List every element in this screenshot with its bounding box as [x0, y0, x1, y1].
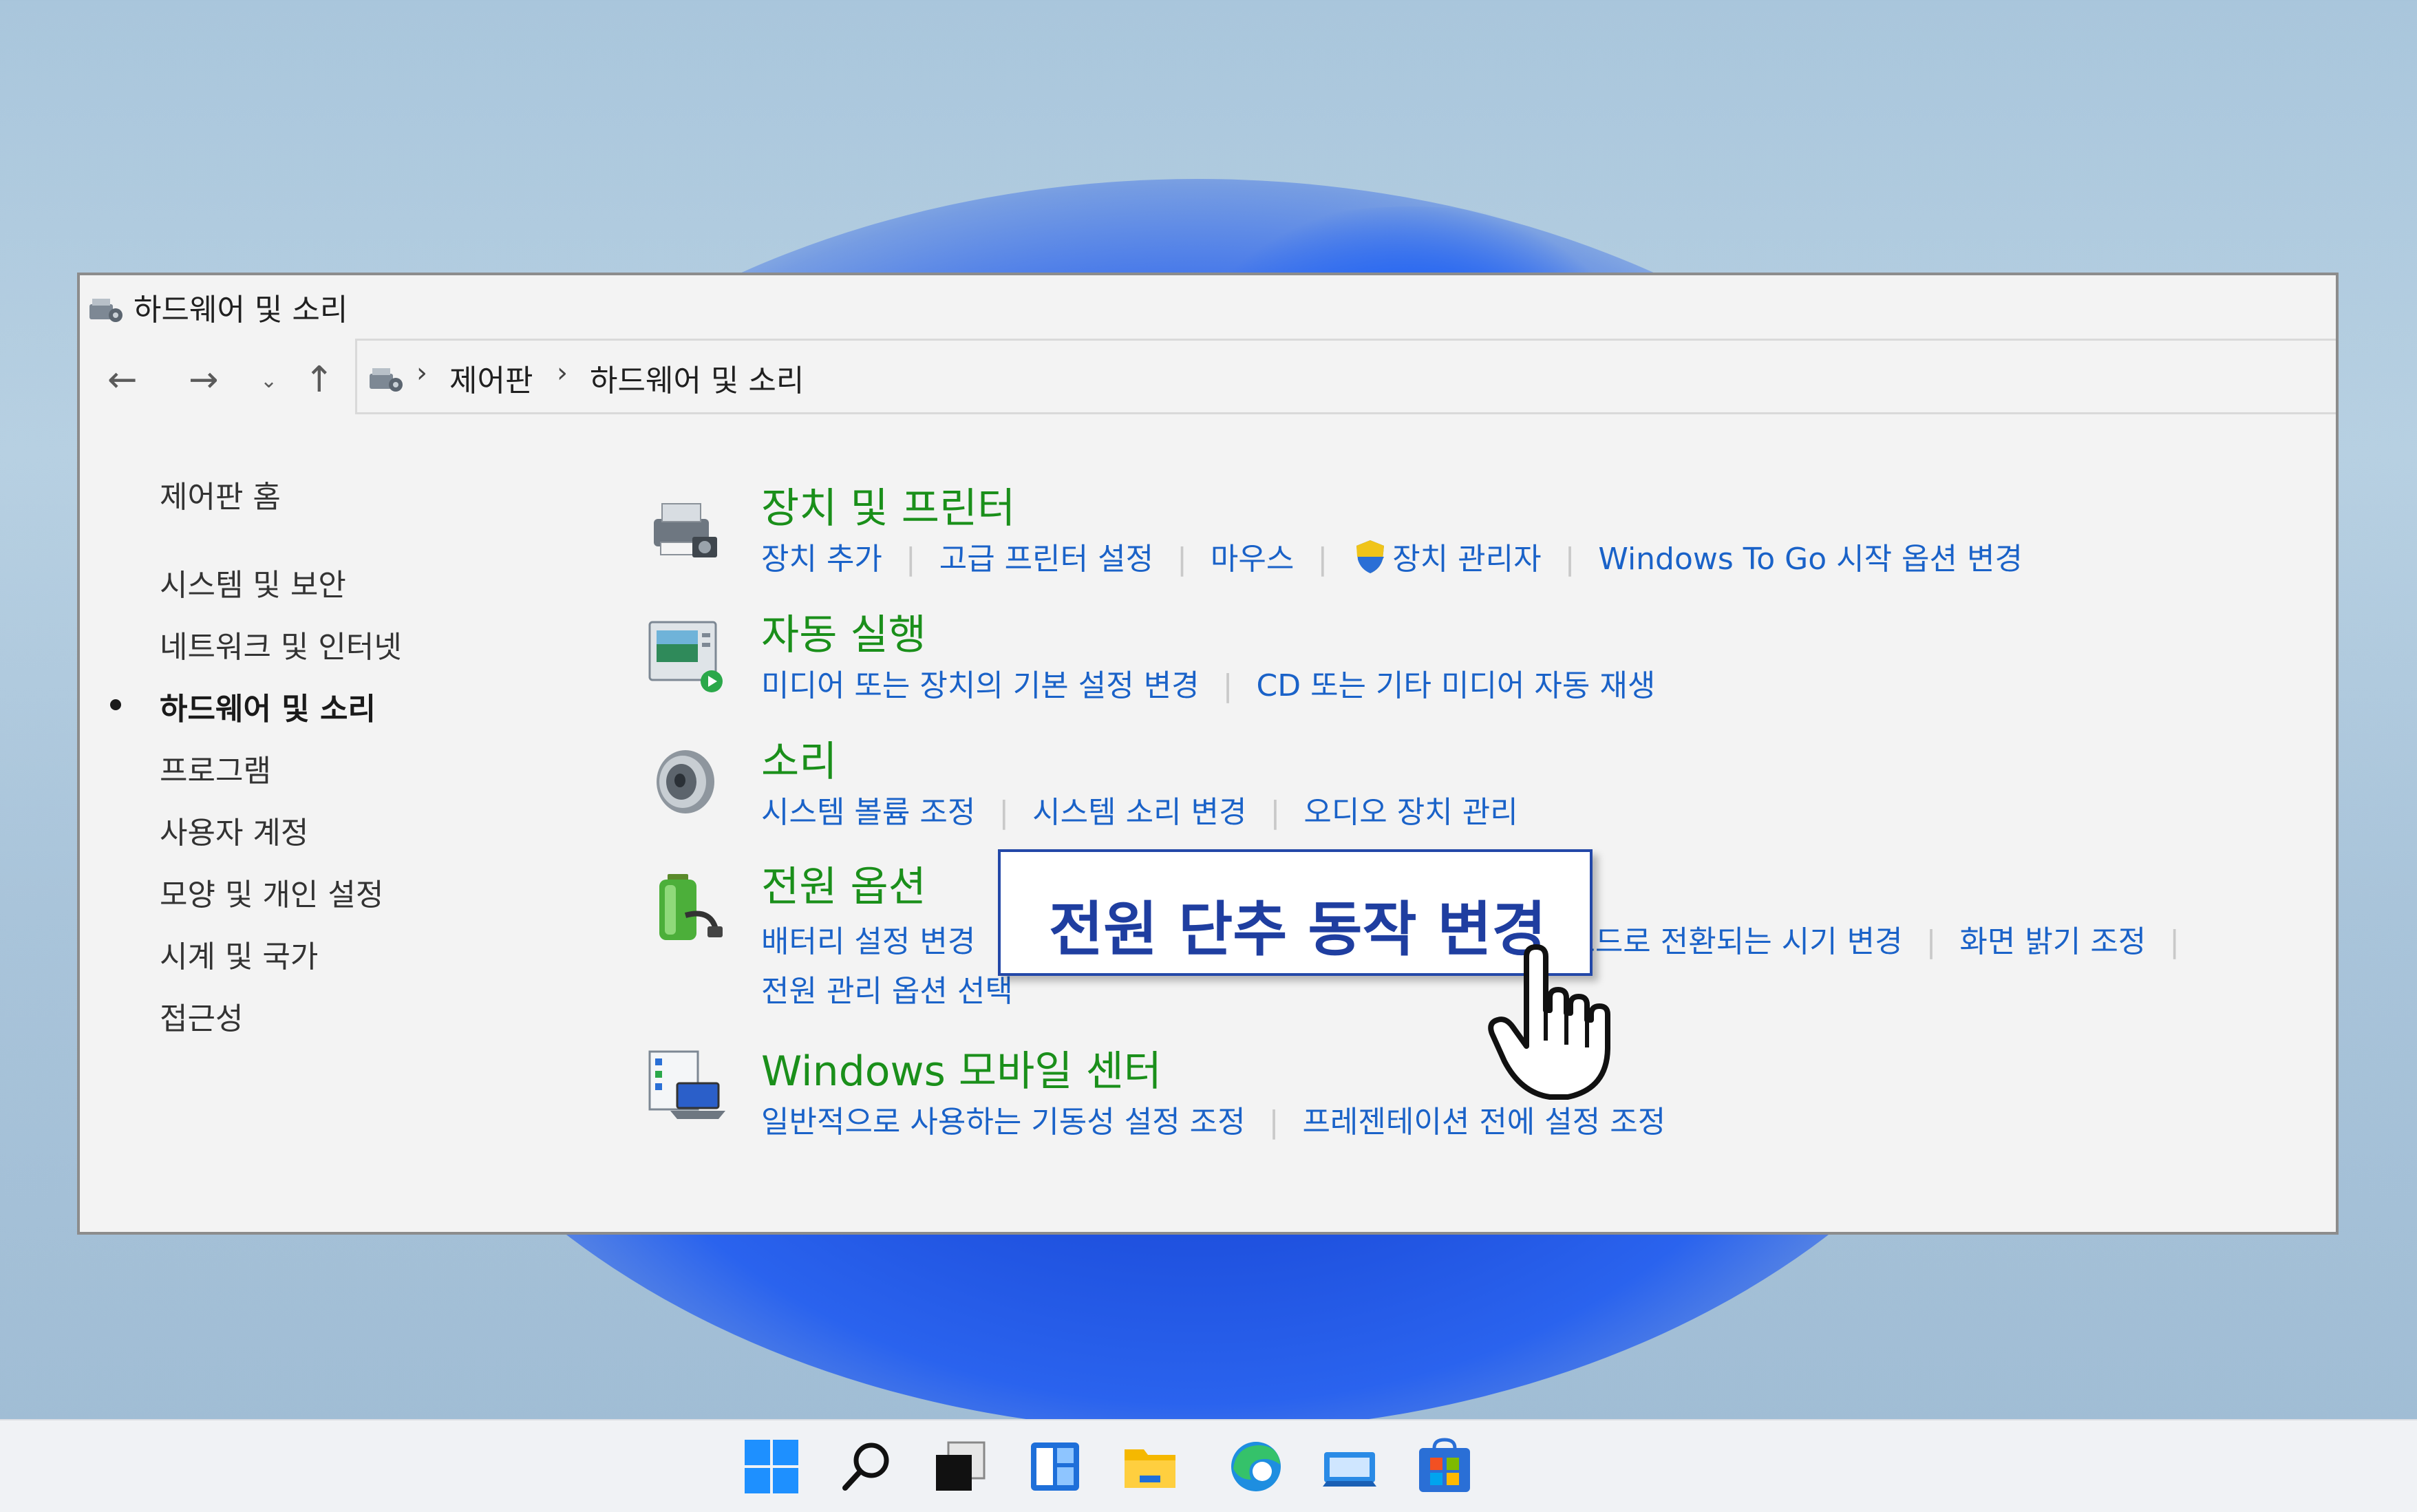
- category-title-autoplay[interactable]: 자동 실행: [761, 601, 926, 661]
- link-advanced-printer-setup[interactable]: 고급 프린터 설정: [939, 542, 1153, 577]
- back-arrow-icon[interactable]: ←: [107, 359, 138, 401]
- category-title-power-options[interactable]: 전원 옵션: [761, 853, 926, 913]
- category-links-devices-printers: 장치 추가 | 고급 프린터 설정 | 마우스 | 장치 관리자 | Windows To Go…: [761, 534, 2023, 578]
- category-links-mobility-center: 일반적으로 사용하는 기동성 설정 조정 | 프레젠테이션 전에 설정 조정: [761, 1097, 1665, 1141]
- link-adjust-volume[interactable]: 시스템 볼륨 조정: [761, 795, 975, 830]
- link-separator: |: [1926, 924, 1937, 959]
- link-separator: |: [1317, 542, 1328, 577]
- link-separator: |: [1222, 668, 1233, 703]
- window-title: 하드웨어 및 소리: [134, 292, 348, 328]
- link-separator: |: [2169, 924, 2180, 959]
- control-panel-window: 하드웨어 및 소리 ← → ⌄ ↑ › 제어판 › 하드웨어 및 소리 제어판 …: [77, 273, 2339, 1235]
- search-icon[interactable]: [837, 1437, 896, 1496]
- link-media-default-settings[interactable]: 미디어 또는 장치의 기본 설정 변경: [761, 668, 1200, 703]
- sidebar-item-programs[interactable]: 프로그램: [160, 746, 271, 790]
- category-title-mobility-center[interactable]: Windows 모바일 센터: [761, 1038, 1162, 1098]
- link-cd-autoplay[interactable]: CD 또는 기타 미디어 자동 재생: [1256, 668, 1655, 703]
- sidebar-item-user-accounts[interactable]: 사용자 계정: [160, 808, 308, 852]
- up-arrow-icon[interactable]: ↑: [304, 359, 334, 401]
- link-separator: |: [905, 542, 916, 577]
- breadcrumb-hardware-sound[interactable]: 하드웨어 및 소리: [590, 356, 804, 400]
- category-title-devices-printers[interactable]: 장치 및 프린터: [761, 475, 1015, 535]
- uac-shield-icon: [1356, 540, 1385, 573]
- store-icon[interactable]: [1415, 1437, 1474, 1496]
- breadcrumb-control-panel[interactable]: 제어판: [449, 356, 533, 400]
- autoplay-icon: [648, 621, 723, 692]
- file-explorer-icon[interactable]: [1120, 1437, 1180, 1496]
- hardware-sound-icon: [89, 299, 123, 322]
- recent-locations-chevron-icon[interactable]: ⌄: [260, 369, 277, 393]
- forward-arrow-icon[interactable]: →: [189, 359, 219, 401]
- link-separator: |: [1177, 542, 1187, 577]
- sidebar-item-hardware-sound[interactable]: 하드웨어 및 소리: [160, 684, 376, 728]
- link-device-manager[interactable]: 장치 관리자: [1392, 542, 1541, 577]
- link-presentation-settings[interactable]: 프레젠테이션 전에 설정 조정: [1302, 1105, 1665, 1140]
- category-title-sound[interactable]: 소리: [761, 728, 837, 788]
- link-separator: |: [1270, 795, 1281, 830]
- sidebar-item-accessibility[interactable]: 접근성: [160, 994, 243, 1038]
- mobility-center-icon: [648, 1050, 725, 1119]
- category-links-power-options-row2: 전원 관리 옵션 선택: [761, 966, 1013, 1010]
- printer-icon: [654, 503, 717, 557]
- edge-icon[interactable]: [1226, 1437, 1286, 1496]
- hand-pointer-icon: [1488, 944, 1610, 1100]
- link-separator: |: [1268, 1105, 1279, 1140]
- link-manage-audio-devices[interactable]: 오디오 장치 관리: [1303, 795, 1518, 830]
- sidebar-item-appearance[interactable]: 모양 및 개인 설정: [160, 870, 383, 914]
- battery-icon: [659, 874, 723, 940]
- hardware-sound-icon: [370, 368, 403, 392]
- link-battery-settings[interactable]: 배터리 설정 변경: [761, 924, 975, 959]
- taskbar: [0, 1419, 2417, 1512]
- category-links-sound: 시스템 볼륨 조정 | 시스템 소리 변경 | 오디오 장치 관리: [761, 787, 1518, 831]
- link-separator: |: [1564, 542, 1575, 577]
- active-bullet-icon: [110, 699, 121, 710]
- link-add-device[interactable]: 장치 추가: [761, 542, 882, 577]
- link-mouse[interactable]: 마우스: [1211, 542, 1294, 577]
- link-adjust-mobility-settings[interactable]: 일반적으로 사용하는 기동성 설정 조정: [761, 1105, 1246, 1140]
- sidebar: 제어판 홈 시스템 및 보안 네트워크 및 인터넷 하드웨어 및 소리 프로그램…: [80, 440, 562, 1060]
- link-windows-to-go[interactable]: Windows To Go 시작 옵션 변경: [1598, 542, 2023, 577]
- category-links-autoplay: 미디어 또는 장치의 기본 설정 변경 | CD 또는 기타 미디어 자동 재생: [761, 661, 1655, 705]
- navigation-bar: ← → ⌄ ↑ › 제어판 › 하드웨어 및 소리: [80, 339, 2336, 421]
- link-sleep-timing[interactable]: 모드로 전환되는 시기 변경: [1567, 924, 1902, 959]
- widgets-icon[interactable]: [1025, 1437, 1085, 1496]
- task-view-icon[interactable]: [930, 1437, 990, 1496]
- address-bar[interactable]: › 제어판 › 하드웨어 및 소리: [355, 339, 2336, 414]
- link-separator: |: [999, 795, 1010, 830]
- link-choose-power-plan[interactable]: 전원 관리 옵션 선택: [761, 974, 1013, 1009]
- chevron-right-icon: ›: [416, 357, 427, 389]
- sidebar-item-clock-region[interactable]: 시계 및 국가: [160, 932, 318, 976]
- speaker-icon: [657, 750, 714, 813]
- windows-start-icon[interactable]: [742, 1437, 801, 1496]
- callout-text: 전원 단추 동작 변경: [1049, 895, 1546, 964]
- sidebar-item-control-panel-home[interactable]: 제어판 홈: [160, 472, 281, 516]
- link-change-system-sounds[interactable]: 시스템 소리 변경: [1032, 795, 1246, 830]
- sidebar-item-network-internet[interactable]: 네트워크 및 인터넷: [160, 622, 402, 666]
- mail-icon[interactable]: [1320, 1437, 1379, 1496]
- link-screen-brightness[interactable]: 화면 밝기 조정: [1959, 924, 2146, 959]
- chevron-right-icon: ›: [557, 357, 568, 389]
- title-bar: 하드웨어 및 소리: [80, 275, 2336, 339]
- sidebar-item-system-security[interactable]: 시스템 및 보안: [160, 560, 346, 604]
